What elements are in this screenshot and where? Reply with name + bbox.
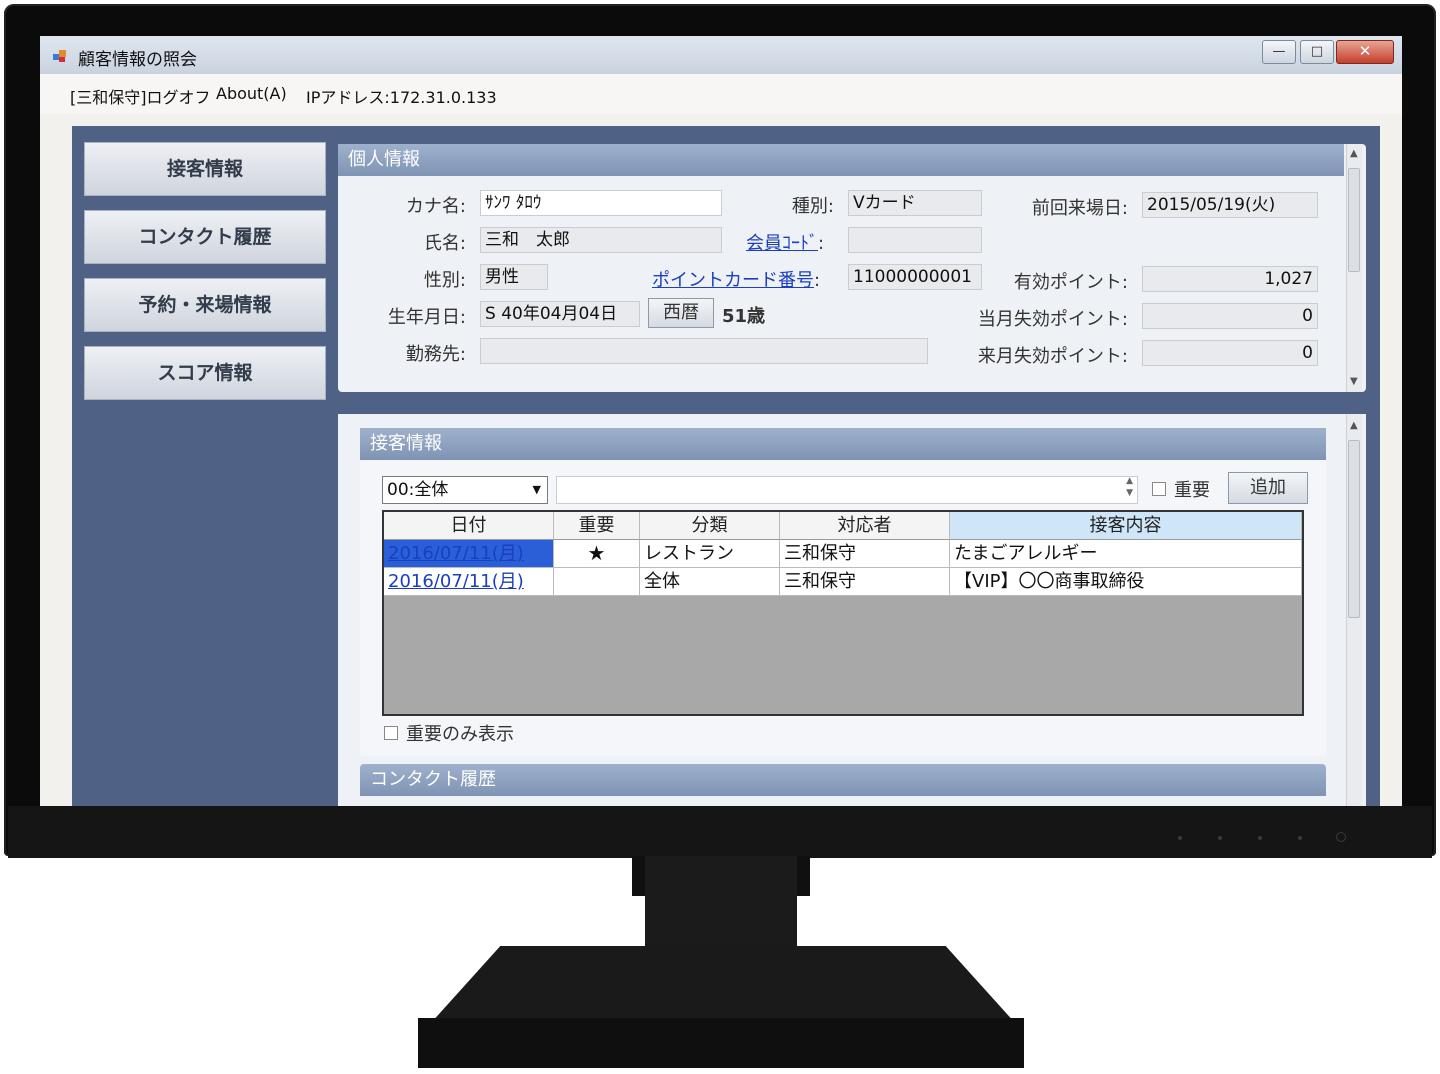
maximize-button[interactable]: □ <box>1300 40 1334 64</box>
birthdate-field[interactable]: S 40年04月04日 <box>480 301 640 327</box>
only-important-label: 重要のみ表示 <box>406 724 514 745</box>
name-label: 氏名: <box>423 233 466 254</box>
this-month-expire-field[interactable]: 0 <box>1142 303 1318 329</box>
detail-scrollbar[interactable]: ▲ <box>1346 414 1362 806</box>
personal-scrollbar[interactable]: ▲ ▼ <box>1346 144 1362 392</box>
kana-label: カナ名: <box>405 196 466 217</box>
kana-field[interactable]: ｻﾝﾜ ﾀﾛｳ <box>480 190 722 216</box>
menu-bar: [三和保守]ログオフ About(A) IPアドレス:172.31.0.133 <box>40 74 1402 114</box>
column-header-content[interactable]: 接客内容 <box>950 512 1302 540</box>
scroll-thumb[interactable] <box>1348 168 1360 272</box>
close-button[interactable]: ✕ <box>1336 40 1394 64</box>
window-title: 顧客情報の照会 <box>78 50 197 70</box>
personal-info-header: 個人情報 <box>338 144 1344 176</box>
monitor-stand-front <box>418 1018 1024 1068</box>
pointcard-link-wrap: ポイントカード番号: <box>652 266 820 292</box>
monitor-button <box>1298 836 1302 840</box>
name-field[interactable]: 三和 太郎 <box>480 227 722 253</box>
member-code-colon: : <box>818 233 825 254</box>
workplace-field[interactable] <box>480 338 928 364</box>
minimize-button[interactable]: — <box>1262 40 1296 64</box>
nav-reception-button[interactable]: 接客情報 <box>84 142 326 196</box>
scroll-thumb[interactable] <box>1348 440 1360 618</box>
table-cell-staff[interactable]: 三和保守 <box>780 568 950 596</box>
menu-logoff[interactable]: [三和保守]ログオフ <box>70 84 211 108</box>
pointcard-link[interactable]: ポイントカード番号 <box>652 270 814 291</box>
table-row-date[interactable]: 2016/07/11(月) <box>384 540 554 568</box>
ip-address-label: IPアドレス:172.31.0.133 <box>306 88 497 107</box>
reception-header: 接客情報 <box>360 428 1326 460</box>
add-button[interactable]: 追加 <box>1228 472 1308 504</box>
monitor-bezel-bottom <box>8 806 1432 858</box>
category-select-value: 00:全体 <box>387 480 449 500</box>
valid-points-field[interactable]: 1,027 <box>1142 266 1318 292</box>
contact-history-header: コンタクト履歴 <box>360 764 1326 796</box>
app-window: 顧客情報の照会 — □ ✕ [三和保守]ログオフ About(A) IPアドレス… <box>40 36 1402 806</box>
scroll-up-icon[interactable]: ▲ <box>1350 420 1358 431</box>
pointcard-colon: : <box>814 270 821 291</box>
gender-field[interactable]: 男性 <box>480 264 548 290</box>
column-header-staff[interactable]: 対応者 <box>780 512 950 540</box>
this-month-expire-label: 当月失効ポイント: <box>977 309 1128 330</box>
monitor-button <box>1258 836 1262 840</box>
column-header-category[interactable]: 分類 <box>640 512 780 540</box>
birthdate-label: 生年月日: <box>387 307 466 328</box>
important-label: 重要 <box>1174 480 1210 501</box>
seireki-button[interactable]: 西暦 <box>648 298 714 328</box>
scroll-down-icon[interactable]: ▼ <box>1350 376 1358 387</box>
table-cell-category[interactable]: 全体 <box>640 568 780 596</box>
monitor-button <box>1218 836 1222 840</box>
app-icon <box>53 50 66 62</box>
only-important-checkbox[interactable] <box>384 726 398 740</box>
column-header-date[interactable]: 日付 <box>384 512 554 540</box>
member-code-field[interactable] <box>848 227 982 253</box>
reception-grid: 日付 重要 分類 対応者 接客内容 2016/07/11(月) ★ レストラン … <box>382 510 1304 716</box>
star-icon: ★ <box>554 540 640 568</box>
table-cell-content[interactable]: 【VIP】〇〇商事取締役 <box>950 568 1302 596</box>
member-code-link[interactable]: 会員ｺｰﾄﾞ <box>746 233 818 254</box>
gender-label: 性別: <box>423 270 466 291</box>
date-link[interactable]: 2016/07/11(月) <box>388 571 524 592</box>
table-cell-important <box>554 568 640 596</box>
valid-points-label: 有効ポイント: <box>1013 272 1128 293</box>
table-row-date[interactable]: 2016/07/11(月) <box>384 568 554 596</box>
nav-score-button[interactable]: スコア情報 <box>84 346 326 400</box>
next-month-expire-label: 来月失効ポイント: <box>977 346 1128 367</box>
type-field[interactable]: Vカード <box>848 190 982 216</box>
chevron-down-icon: ▼ <box>532 483 541 496</box>
personal-info-panel: 個人情報 ▲ ▼ カナ名: ｻﾝﾜ ﾀﾛｳ 氏名: 三和 太郎 性別: 男性 生… <box>338 144 1366 392</box>
last-visit-label: 前回来場日: <box>1031 198 1128 219</box>
spinner-icon[interactable]: ▲ ▼ <box>1126 477 1133 499</box>
date-link[interactable]: 2016/07/11(月) <box>388 543 524 564</box>
workplace-label: 勤務先: <box>405 344 466 365</box>
nav-reservation-button[interactable]: 予約・来場情報 <box>84 278 326 332</box>
column-header-important[interactable]: 重要 <box>554 512 640 540</box>
member-code-link-wrap: 会員ｺｰﾄﾞ: <box>746 229 824 255</box>
nav-contact-history-button[interactable]: コンタクト履歴 <box>84 210 326 264</box>
age-text: 51歳 <box>722 306 766 327</box>
reception-text-input[interactable]: ▲ ▼ <box>556 476 1138 504</box>
table-cell-staff[interactable]: 三和保守 <box>780 540 950 568</box>
category-select[interactable]: 00:全体 ▼ <box>382 476 548 504</box>
table-cell-content[interactable]: たまごアレルギー <box>950 540 1302 568</box>
last-visit-field[interactable]: 2015/05/19(火) <box>1142 192 1318 218</box>
next-month-expire-field[interactable]: 0 <box>1142 340 1318 366</box>
monitor-button <box>1178 836 1182 840</box>
title-bar: 顧客情報の照会 — □ ✕ <box>40 36 1402 74</box>
scroll-up-icon[interactable]: ▲ <box>1350 148 1358 159</box>
monitor-stand <box>430 946 1016 1024</box>
power-icon <box>1336 832 1346 842</box>
important-checkbox[interactable] <box>1152 482 1166 496</box>
type-label: 種別: <box>791 196 834 217</box>
table-cell-category[interactable]: レストラン <box>640 540 780 568</box>
menu-about[interactable]: About(A) <box>216 84 287 103</box>
